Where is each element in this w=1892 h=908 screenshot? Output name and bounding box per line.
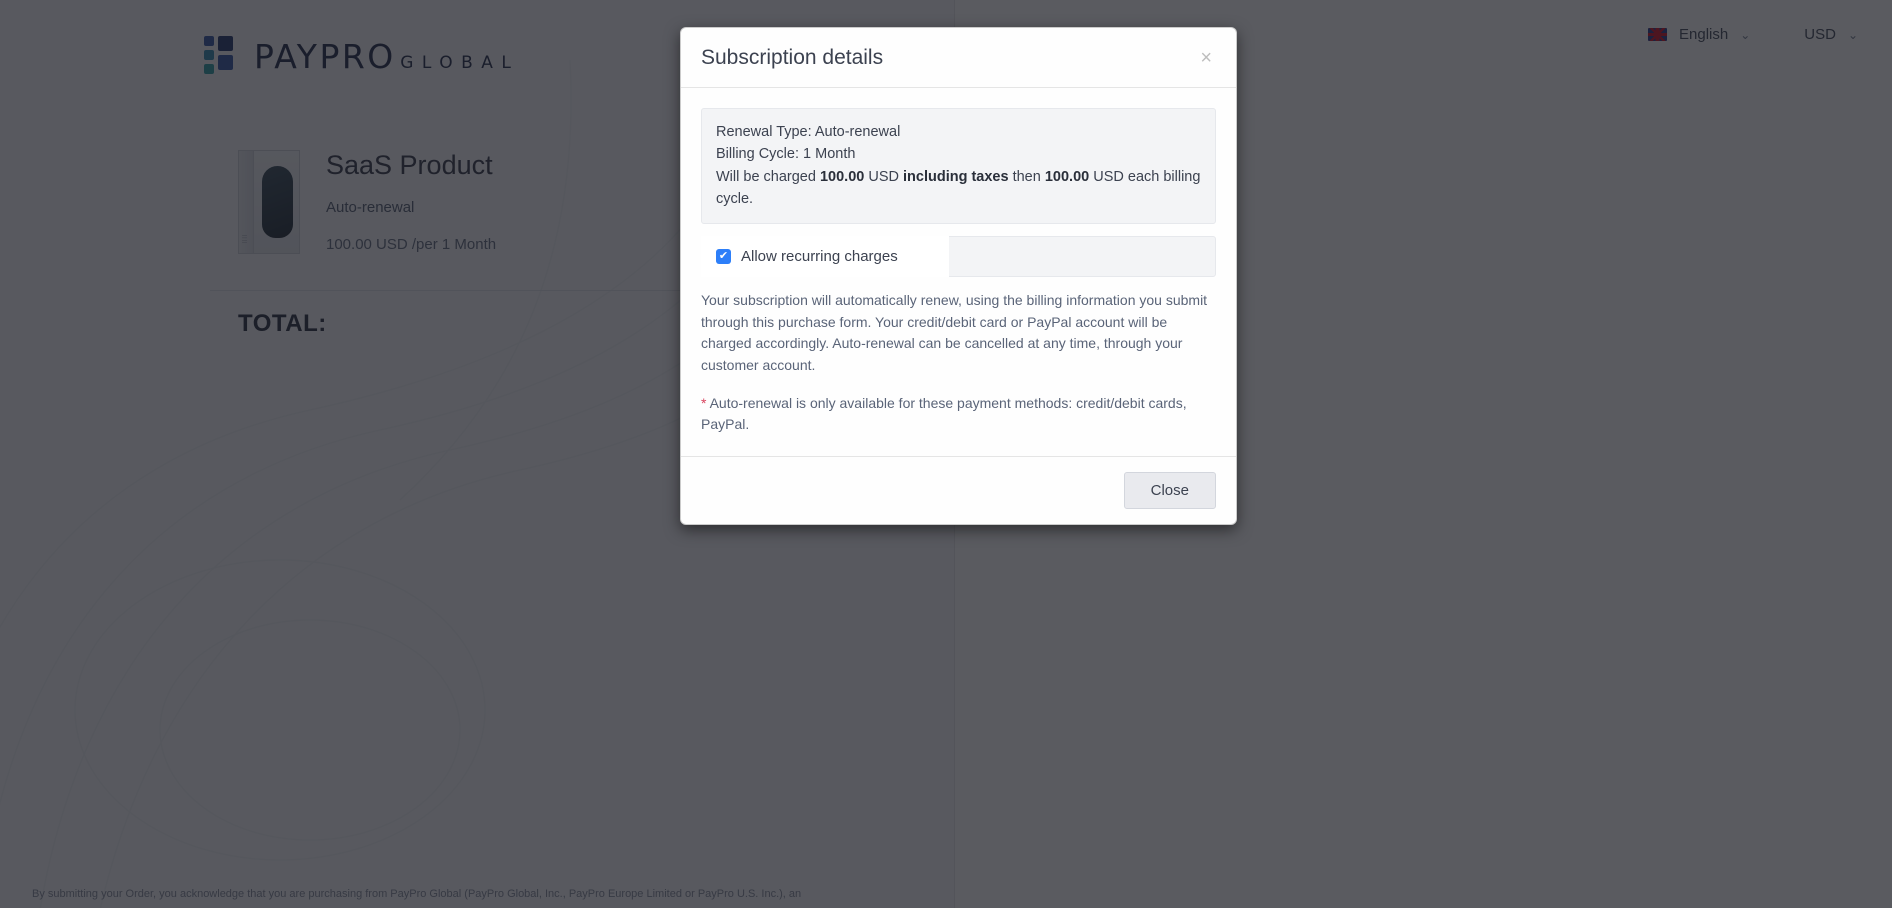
- close-icon[interactable]: ×: [1196, 46, 1216, 70]
- auto-renewal-description: Your subscription will automatically ren…: [701, 291, 1208, 373]
- note-text: Auto-renewal is only available for these…: [701, 394, 1187, 433]
- charge-mid-first: USD: [864, 168, 903, 185]
- close-button[interactable]: Close: [1123, 472, 1216, 509]
- charge-line: Will be charged 100.00 USD including tax…: [716, 166, 1201, 211]
- charge-mid-second: then: [1008, 168, 1045, 185]
- renewal-type-line: Renewal Type: Auto-renewal: [716, 124, 901, 140]
- allow-recurring-box: ✔ Allow recurring charges: [701, 235, 1216, 277]
- modal-footer: Close: [681, 456, 1236, 524]
- modal-body: Renewal Type: Auto-renewal Billing Cycle…: [681, 88, 1236, 456]
- modal-title: Subscription details: [701, 46, 884, 69]
- charge-amount-first: 100.00: [819, 168, 865, 185]
- allow-recurring-checkbox[interactable]: ✔: [716, 248, 731, 264]
- billing-cycle-line: Billing Cycle: 1 Month: [716, 146, 856, 163]
- subscription-details-modal: Subscription details × Renewal Type: Aut…: [680, 27, 1237, 525]
- modal-header: Subscription details ×: [681, 28, 1236, 88]
- charge-prefix: Will be charged: [716, 168, 820, 185]
- allow-recurring-label: Allow recurring charges: [741, 247, 898, 265]
- allow-recurring-charges-row[interactable]: ✔ Allow recurring charges: [701, 235, 949, 277]
- charge-amount-second: 100.00: [1044, 168, 1090, 185]
- payment-methods-note: * Auto-renewal is only available for the…: [701, 393, 1216, 436]
- charge-including-taxes: including taxes: [903, 168, 1009, 185]
- renewal-summary-box: Renewal Type: Auto-renewal Billing Cycle…: [701, 108, 1216, 224]
